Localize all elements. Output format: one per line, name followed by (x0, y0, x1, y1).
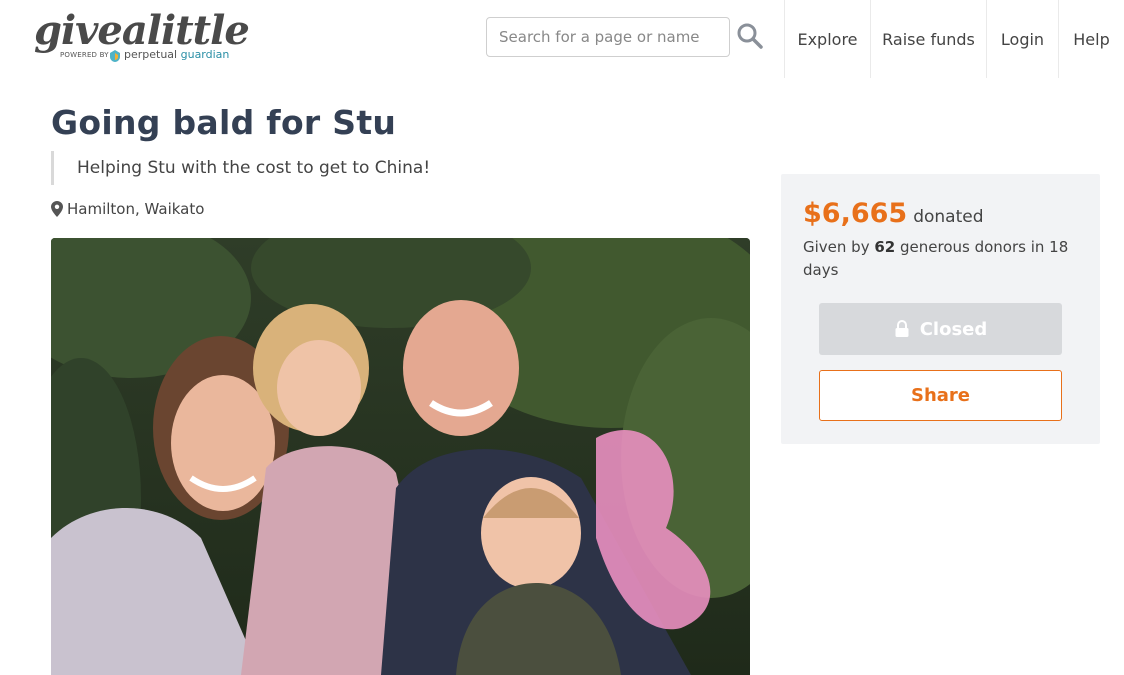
nav-raise-funds[interactable]: Raise funds (870, 0, 986, 78)
closed-label: Closed (919, 318, 988, 340)
nav-help[interactable]: Help (1058, 0, 1124, 78)
lock-icon (895, 320, 909, 337)
location-text: Hamilton, Waikato (67, 200, 205, 218)
nav-explore[interactable]: Explore (784, 0, 870, 78)
map-pin-icon (51, 201, 63, 217)
logo-brand-perpetual: perpetual (124, 48, 178, 61)
donor-count: 62 (874, 238, 896, 256)
page-title: Going bald for Stu (51, 103, 397, 142)
donor-summary-prefix: Given by (803, 238, 870, 256)
donation-panel: $6,665 donated Given by 62 generous dono… (781, 174, 1100, 444)
location: Hamilton, Waikato (51, 200, 204, 218)
givealittle-logo[interactable]: givealittle POWERED BY perpetual guardia… (34, 8, 250, 68)
site-header: givealittle POWERED BY perpetual guardia… (0, 0, 1124, 78)
page-subtitle: Helping Stu with the cost to get to Chin… (51, 151, 430, 185)
donation-amount: $6,665 (803, 198, 908, 229)
donor-summary: Given by 62 generous donors in 18 days (803, 236, 1073, 282)
donation-amount-row: $6,665 donated (803, 198, 984, 229)
perpetual-guardian-mark-icon (110, 50, 120, 62)
campaign-photo (51, 238, 750, 675)
logo-powered-by: POWERED BY (60, 51, 109, 59)
logo-brand-guardian: guardian (180, 48, 230, 61)
family-photo-illustration (51, 238, 750, 675)
search-box (486, 17, 730, 57)
donation-amount-label: donated (913, 207, 984, 227)
share-button[interactable]: Share (819, 370, 1062, 421)
search-icon[interactable] (736, 22, 764, 50)
logo-brand: perpetual guardian (124, 48, 229, 61)
nav-login[interactable]: Login (986, 0, 1058, 78)
search-input[interactable] (487, 18, 729, 56)
closed-button: Closed (819, 303, 1062, 355)
